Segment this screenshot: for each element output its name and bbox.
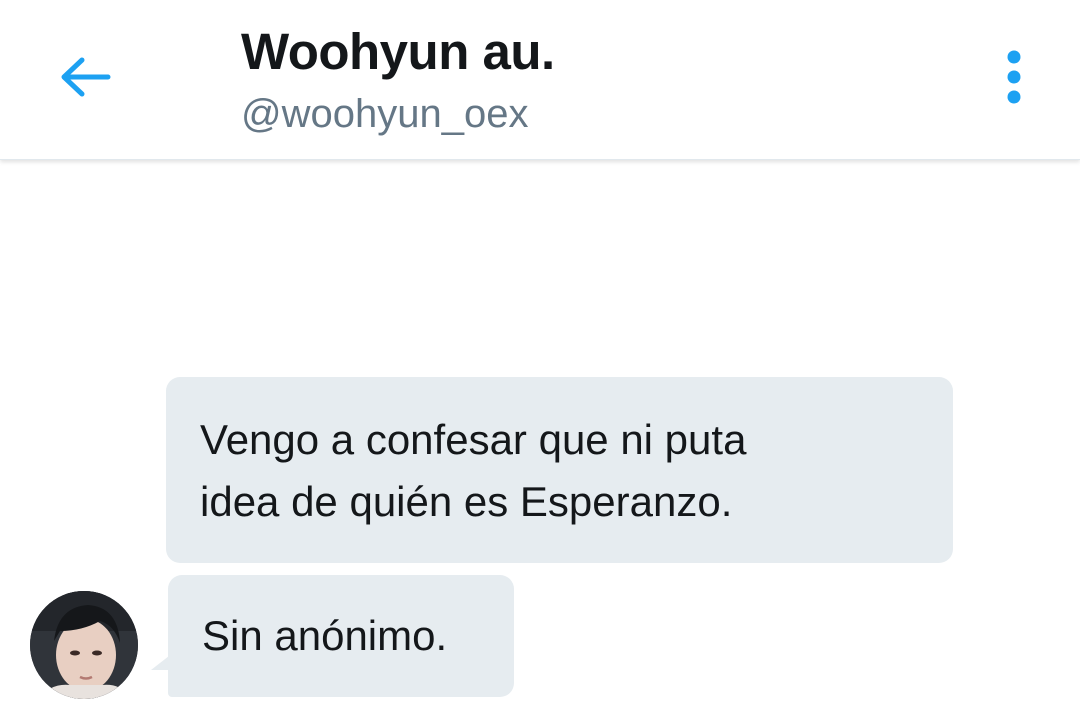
avatar-image [30, 591, 138, 699]
message-text-line: Vengo a confesar que ni puta [200, 416, 747, 463]
more-vertical-icon [1007, 50, 1021, 104]
conversation-header: Woohyun au. @woohyun_oex [0, 0, 1080, 160]
message-bubble[interactable]: Sin anónimo. [168, 575, 514, 697]
message-text-line: idea de quién es Esperanzo. [200, 478, 733, 525]
more-options-button[interactable] [990, 45, 1038, 109]
back-button[interactable] [50, 45, 120, 109]
message-text: Sin anónimo. [202, 612, 448, 659]
message-bubble[interactable]: Vengo a confesar que ni puta idea de qui… [166, 377, 953, 563]
bubble-tail [151, 656, 169, 670]
arrow-left-icon [61, 57, 111, 97]
conversation-handle: @woohyun_oex [241, 92, 529, 136]
avatar[interactable] [30, 591, 138, 699]
conversation-title: Woohyun au. [241, 23, 555, 80]
